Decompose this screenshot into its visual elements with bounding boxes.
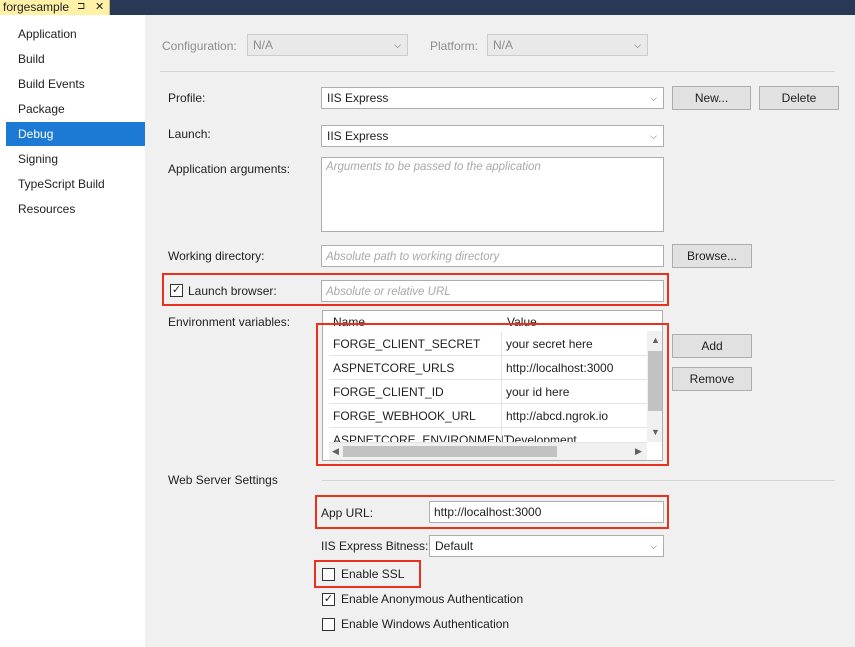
configuration-label: Configuration:	[162, 39, 237, 53]
windows-auth-label: Enable Windows Authentication	[341, 617, 510, 631]
sidebar-item-signing[interactable]: Signing	[6, 147, 145, 171]
document-tab[interactable]: forgesample ⊐ ✕	[0, 0, 110, 15]
profile-value: IIS Express	[327, 91, 389, 105]
sidebar-item-typescript-build[interactable]: TypeScript Build	[6, 172, 145, 196]
enable-ssl-label: Enable SSL	[341, 567, 405, 581]
bitness-value: Default	[435, 539, 474, 553]
app-args-placeholder: Arguments to be passed to the applicatio…	[326, 161, 541, 173]
working-dir-label: Working directory:	[168, 249, 265, 263]
title-bar	[0, 0, 855, 15]
chevron-down-icon: ⌵	[650, 541, 657, 551]
document-tab-title: forgesample	[3, 0, 70, 14]
enable-ssl-checkbox[interactable]	[322, 568, 335, 581]
chevron-down-icon: ⌵	[394, 40, 401, 50]
chevron-down-icon: ⌵	[650, 131, 657, 141]
app-url-input[interactable]: http://localhost:3000	[429, 501, 664, 523]
configuration-value: N/A	[253, 38, 274, 52]
profile-select[interactable]: IIS Express ⌵	[321, 87, 664, 109]
bitness-label: IIS Express Bitness:	[321, 539, 429, 553]
sidebar-item-application[interactable]: Application	[6, 22, 145, 46]
launch-browser-label: Launch browser:	[188, 284, 277, 298]
sidebar-item-build[interactable]: Build	[6, 47, 145, 71]
bitness-select[interactable]: Default ⌵	[429, 535, 664, 557]
divider	[160, 71, 835, 72]
web-server-settings-heading: Web Server Settings	[168, 473, 278, 487]
launch-browser-checkbox[interactable]: ✓	[170, 284, 183, 297]
working-dir-placeholder: Absolute path to working directory	[326, 251, 500, 263]
chevron-down-icon: ⌵	[650, 93, 657, 103]
anonymous-auth-label: Enable Anonymous Authentication	[341, 592, 524, 606]
pin-icon[interactable]: ⊐	[77, 0, 85, 14]
platform-label: Platform:	[430, 39, 479, 53]
add-env-var-button[interactable]: Add	[672, 334, 752, 358]
remove-env-var-button[interactable]: Remove	[672, 367, 752, 391]
checkmark-icon: ✓	[171, 284, 182, 296]
sidebar-item-debug[interactable]: Debug	[6, 122, 145, 146]
platform-value: N/A	[493, 38, 514, 52]
anonymous-auth-checkbox[interactable]: ✓	[322, 593, 335, 606]
profile-label: Profile:	[168, 91, 206, 105]
platform-select[interactable]: N/A ⌵	[487, 34, 648, 56]
working-dir-input[interactable]: Absolute path to working directory	[321, 245, 664, 267]
app-args-textarea[interactable]: Arguments to be passed to the applicatio…	[321, 157, 664, 232]
launch-browser-url-input[interactable]: Absolute or relative URL	[321, 280, 664, 302]
browse-button[interactable]: Browse...	[672, 244, 752, 268]
configuration-select[interactable]: N/A ⌵	[247, 34, 408, 56]
env-vars-label: Environment variables:	[168, 315, 291, 329]
launch-browser-url-placeholder: Absolute or relative URL	[326, 286, 451, 298]
launch-value: IIS Express	[327, 129, 389, 143]
windows-auth-checkbox[interactable]	[322, 618, 335, 631]
launch-select[interactable]: IIS Express ⌵	[321, 125, 664, 147]
checkmark-icon: ✓	[323, 593, 334, 605]
chevron-down-icon: ⌵	[634, 40, 641, 50]
sidebar-item-resources[interactable]: Resources	[6, 197, 145, 221]
divider	[322, 480, 835, 481]
app-args-label: Application arguments:	[168, 162, 291, 176]
app-url-label: App URL:	[321, 506, 374, 520]
env-vars-highlight	[316, 323, 669, 466]
sidebar-item-package[interactable]: Package	[6, 97, 145, 121]
close-icon[interactable]: ✕	[95, 0, 104, 14]
new-profile-button[interactable]: New...	[672, 86, 751, 110]
launch-label: Launch:	[168, 127, 211, 141]
sidebar-item-build-events[interactable]: Build Events	[6, 72, 145, 96]
delete-profile-button[interactable]: Delete	[759, 86, 839, 110]
